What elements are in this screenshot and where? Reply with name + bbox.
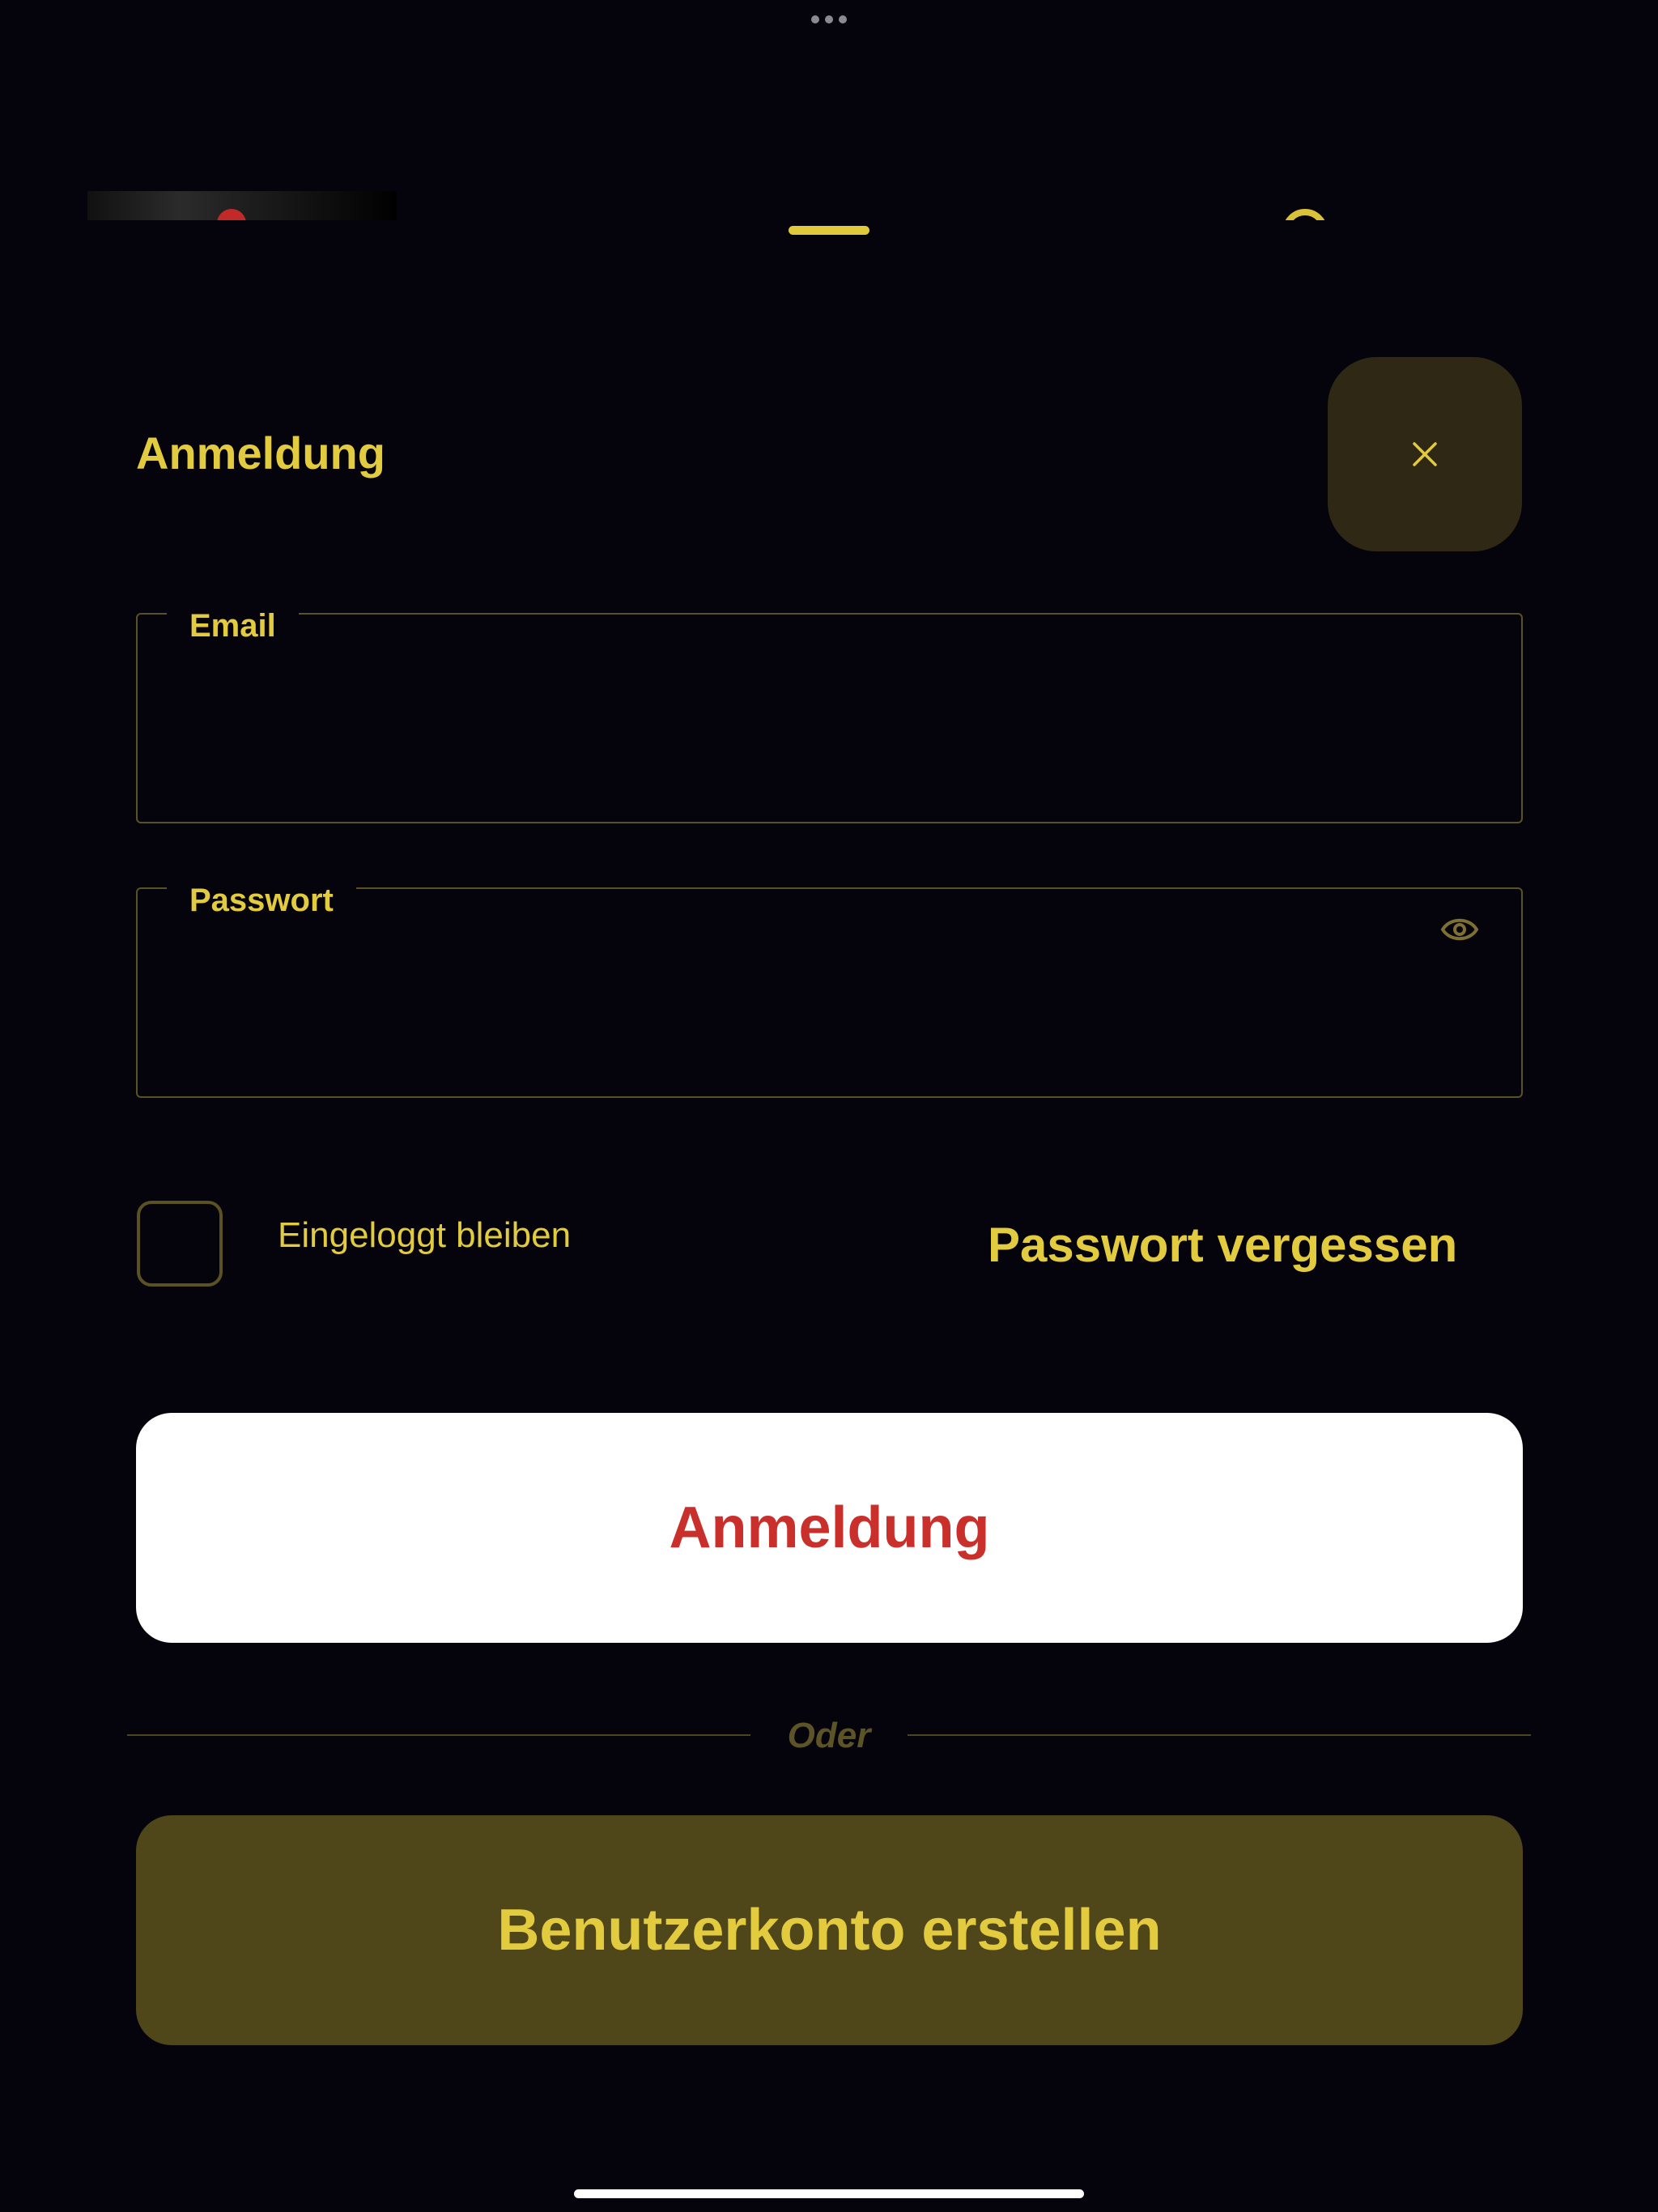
sheet-grabber-handle[interactable] <box>789 226 869 235</box>
create-account-button[interactable]: Benutzerkonto erstellen <box>136 1815 1523 2045</box>
close-icon <box>1413 442 1437 466</box>
divider-line-right <box>908 1734 1531 1736</box>
brand-logo <box>87 191 397 220</box>
home-indicator[interactable] <box>574 2189 1084 2198</box>
background-app-header <box>0 162 1658 220</box>
account-icon <box>1282 209 1328 220</box>
divider-or-label: Oder <box>787 1716 871 1755</box>
remember-me-checkbox[interactable] <box>137 1201 223 1287</box>
password-label: Passwort <box>167 871 356 929</box>
login-button[interactable]: Anmeldung <box>136 1413 1523 1643</box>
eye-icon <box>1440 918 1479 941</box>
email-input[interactable] <box>186 696 1404 762</box>
forgot-password-link[interactable]: Passwort vergessen <box>988 1216 1457 1274</box>
remember-me-label: Eingeloggt bleiben <box>278 1215 572 1255</box>
divider-line-left <box>127 1734 750 1736</box>
sheet-title: Anmeldung <box>136 428 385 479</box>
app-screen: Anmeldung Email Passwort Eingeloggt blei… <box>0 0 1658 2212</box>
show-password-toggle[interactable] <box>1440 913 1479 946</box>
multitasking-dots-icon[interactable] <box>811 15 847 24</box>
password-input[interactable] <box>186 970 1404 1036</box>
close-button[interactable] <box>1328 357 1522 551</box>
password-field[interactable]: Passwort <box>136 871 1523 1098</box>
email-field[interactable]: Email <box>136 597 1523 823</box>
email-label: Email <box>167 597 299 655</box>
